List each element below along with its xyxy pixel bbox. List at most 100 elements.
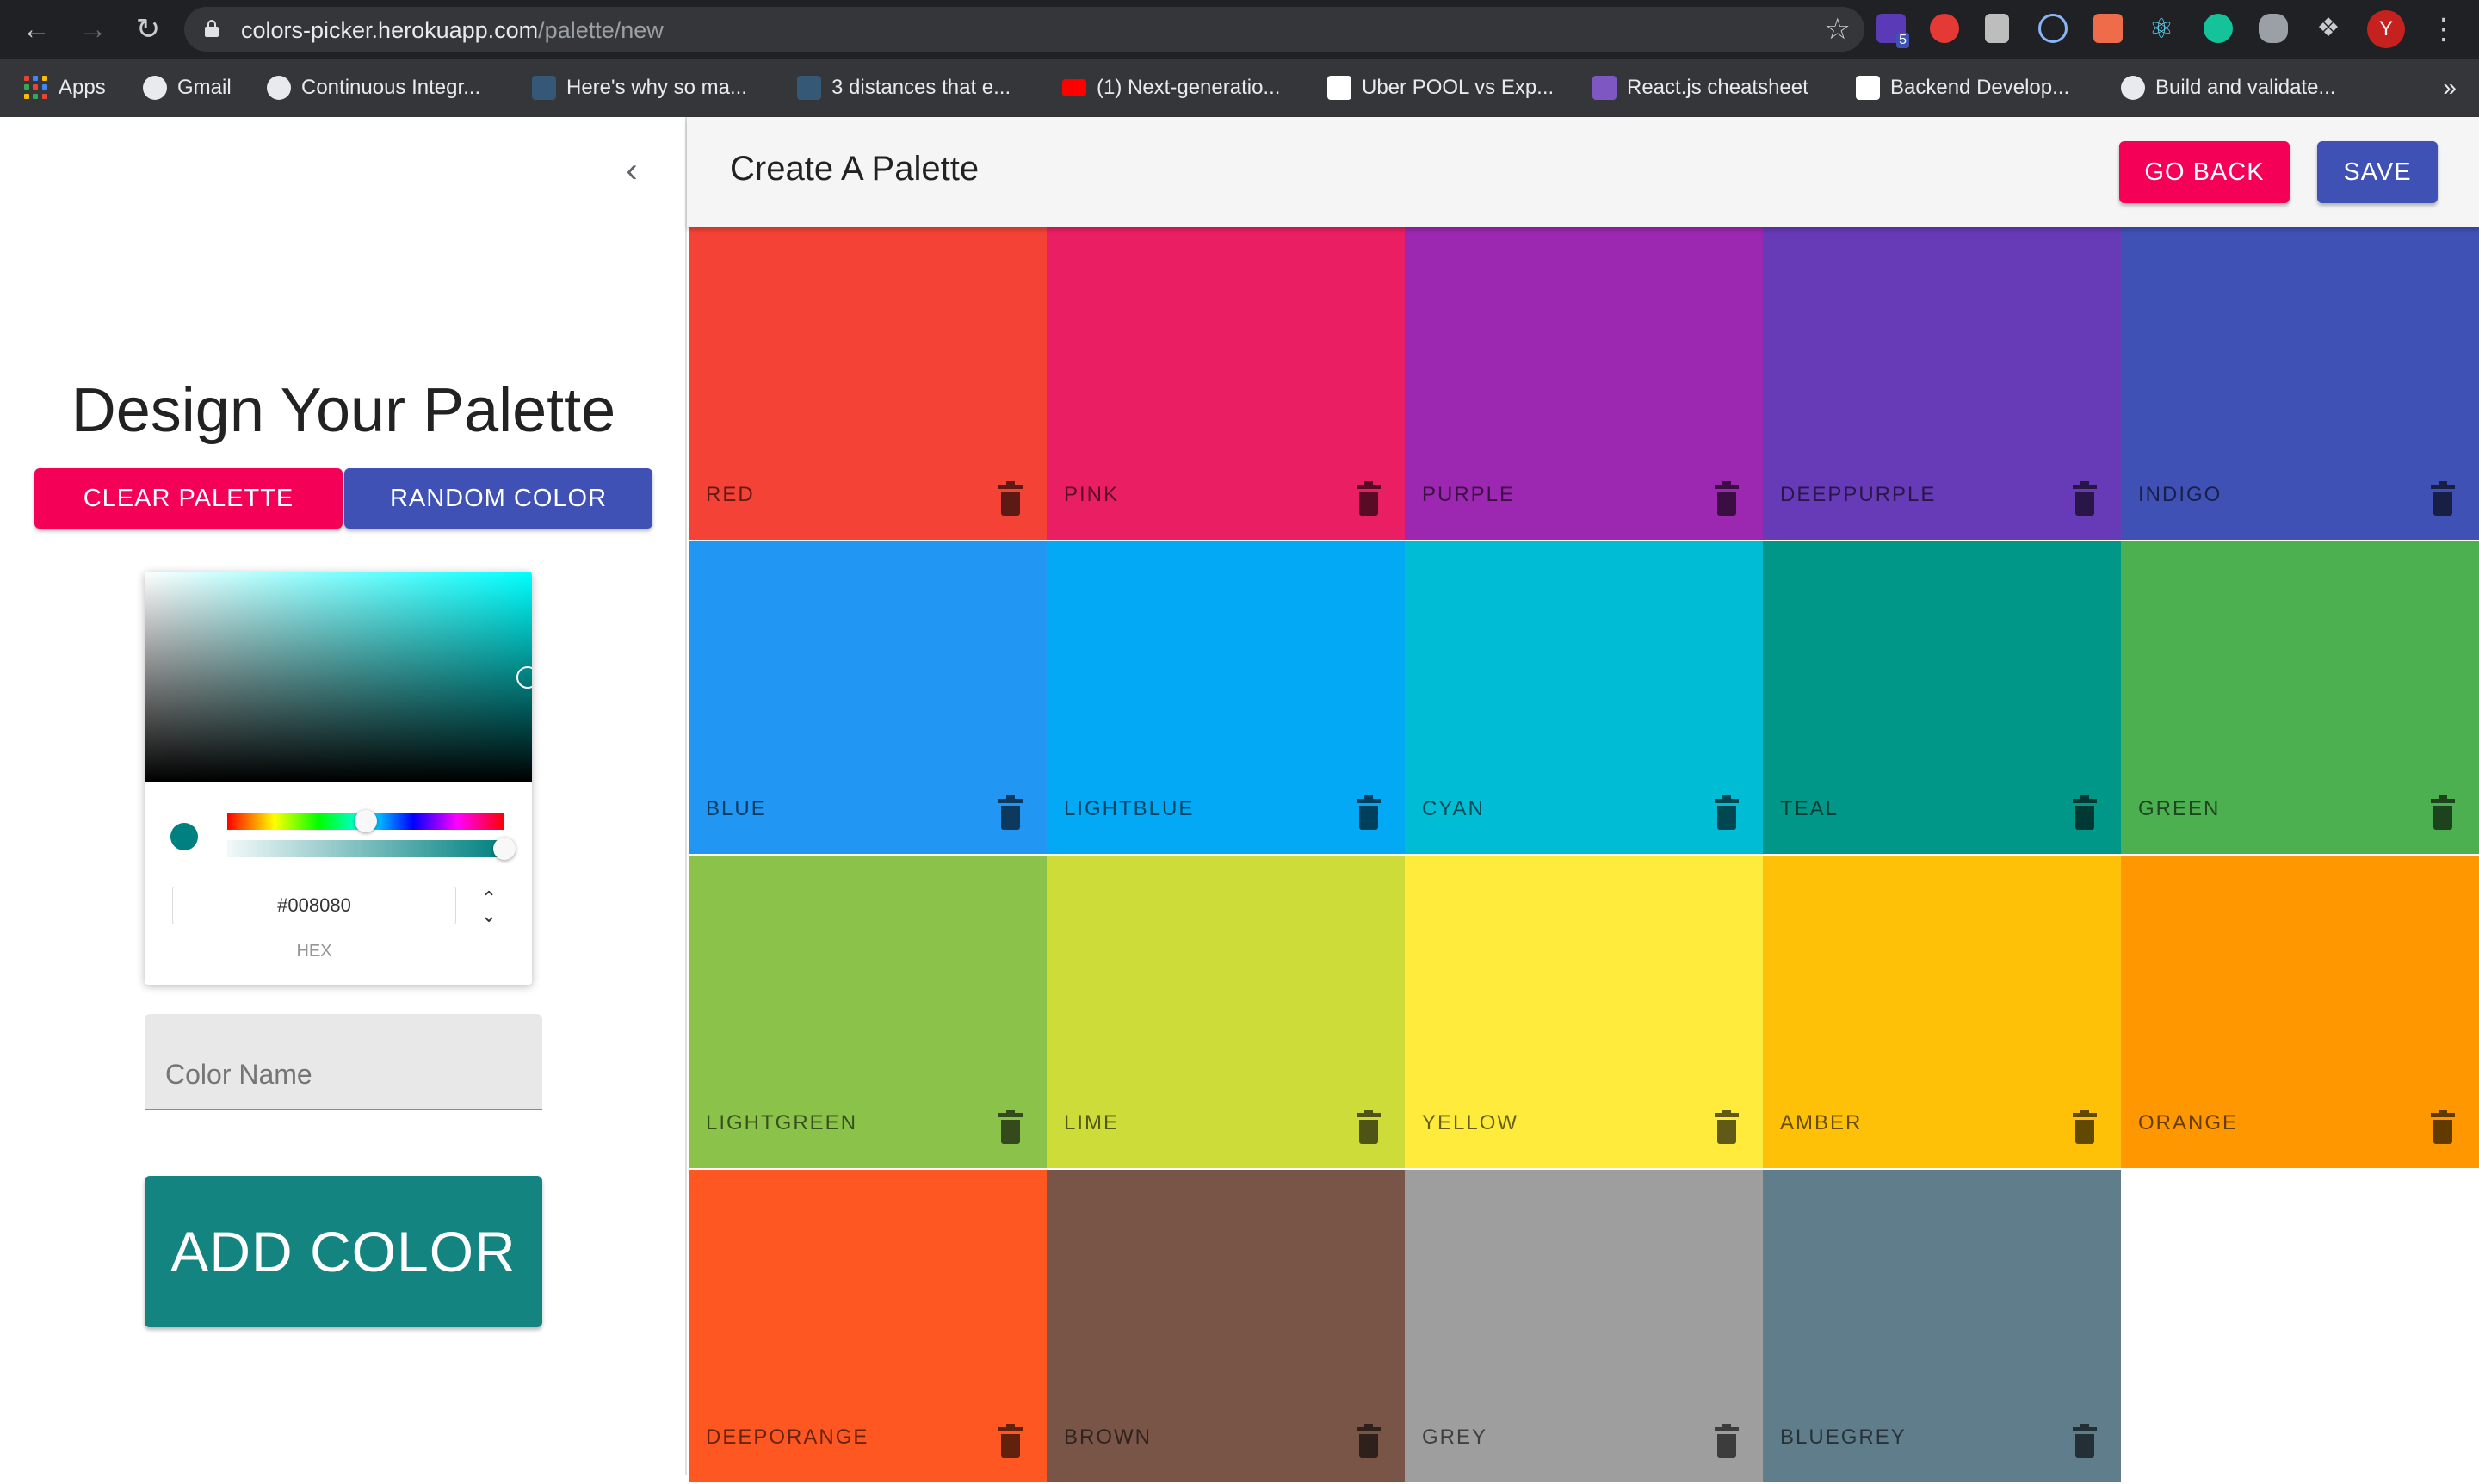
palette-drawer: ‹ Design Your Palette CLEAR PALETTE RAND…: [0, 117, 687, 1475]
go-back-button[interactable]: GO BACK: [2119, 141, 2290, 203]
puzzle-extensions-icon[interactable]: ❖: [2314, 14, 2343, 43]
color-box[interactable]: PINK: [1047, 227, 1405, 541]
color-box[interactable]: INDIGO: [2121, 227, 2479, 541]
trash-icon[interactable]: [2431, 1110, 2455, 1144]
trash-icon[interactable]: [2431, 481, 2455, 516]
trash-icon[interactable]: [1715, 1110, 1739, 1144]
hex-input[interactable]: #008080: [172, 887, 456, 924]
add-color-button[interactable]: ADD COLOR: [145, 1176, 542, 1327]
trash-icon[interactable]: [1715, 481, 1739, 516]
trash-icon[interactable]: [998, 1110, 1023, 1144]
hue-slider-knob[interactable]: [355, 810, 377, 832]
trash-icon[interactable]: [998, 1424, 1023, 1458]
trash-icon[interactable]: [998, 481, 1023, 516]
trash-icon[interactable]: [1715, 1424, 1739, 1458]
color-box[interactable]: BLUE: [689, 541, 1047, 856]
bookmark-youtube[interactable]: (1) Next-generatio...: [1062, 72, 1280, 103]
color-box[interactable]: PURPLE: [1405, 227, 1763, 541]
browser-menu-icon[interactable]: ⋮: [2429, 10, 2458, 48]
clear-palette-button[interactable]: CLEAR PALETTE: [34, 468, 343, 529]
color-box-name: BLUE: [706, 797, 767, 820]
bookmark-build-validate[interactable]: Build and validate...: [2121, 72, 2335, 103]
more-bookmarks-icon[interactable]: »: [2443, 74, 2457, 102]
bookmark-apps[interactable]: Apps: [24, 72, 106, 103]
color-grid: RED PINK PURPLE DEEPPURPLE INDIGO BLUE LIGHTBL…: [689, 227, 2479, 1484]
trash-icon[interactable]: [1715, 795, 1739, 830]
cloud-icon[interactable]: [2259, 14, 2288, 43]
bookmark-3-distances[interactable]: 3 distances that e...: [797, 72, 1011, 103]
address-bar[interactable]: colors-picker.herokuapp.com/palette/new …: [184, 7, 1864, 52]
reload-icon[interactable]: ↻: [131, 12, 165, 46]
trash-icon[interactable]: [1357, 481, 1381, 516]
grammarly-icon[interactable]: [2204, 14, 2233, 43]
current-color-swatch: [170, 823, 198, 850]
chevron-left-icon[interactable]: ‹: [613, 151, 651, 189]
bookmark-label: Build and validate...: [2155, 76, 2336, 99]
trash-icon[interactable]: [1357, 1110, 1381, 1144]
color-box[interactable]: RED: [689, 227, 1047, 541]
browser-toolbar: ← → ↻ colors-picker.herokuapp.com/palett…: [0, 0, 2479, 59]
back-arrow-icon[interactable]: ←: [19, 12, 53, 46]
r-dot-icon: [1856, 76, 1880, 100]
bookmark-gmail[interactable]: Gmail: [143, 72, 232, 103]
bookmark-uber-pool[interactable]: Uber POOL vs Exp...: [1327, 72, 1554, 103]
extension-circle-icon[interactable]: [2038, 14, 2068, 43]
trash-icon[interactable]: [2073, 1424, 2097, 1458]
react-devtools-icon[interactable]: ⚛: [2147, 14, 2176, 43]
trash-icon[interactable]: [1357, 795, 1381, 830]
trash-icon[interactable]: [2073, 795, 2097, 830]
bookmark-react-cheatsheet[interactable]: React.js cheatsheet: [1592, 72, 1808, 103]
color-box[interactable]: ORANGE: [2121, 856, 2479, 1170]
profile-avatar[interactable]: Y: [2367, 10, 2405, 48]
saturation-area[interactable]: [145, 572, 532, 782]
alpha-slider[interactable]: [227, 838, 516, 860]
color-box[interactable]: AMBER: [1763, 856, 2121, 1170]
color-box-name: LIME: [1064, 1111, 1120, 1135]
hue-slider[interactable]: [227, 810, 504, 832]
bookmark-label: Backend Develop...: [1890, 76, 2070, 99]
trash-icon[interactable]: [2073, 1110, 2097, 1144]
trash-icon[interactable]: [1357, 1424, 1381, 1458]
bookmark-star-icon[interactable]: ☆: [1825, 12, 1851, 46]
color-box[interactable]: GREEN: [2121, 541, 2479, 856]
color-box-name: INDIGO: [2138, 483, 2222, 506]
forward-arrow-icon[interactable]: →: [76, 12, 110, 46]
trash-icon[interactable]: [2073, 481, 2097, 516]
color-box[interactable]: BROWN: [1047, 1170, 1405, 1484]
format-toggle-icon[interactable]: ⌃ ⌄: [475, 889, 503, 928]
color-box[interactable]: BLUEGREY: [1763, 1170, 2121, 1484]
drawer-title: Design Your Palette: [71, 376, 616, 445]
color-box[interactable]: DEEPPURPLE: [1763, 227, 2121, 541]
color-box-name: TEAL: [1780, 797, 1839, 820]
trash-icon[interactable]: [2431, 795, 2455, 830]
adblock-icon[interactable]: [1930, 14, 1959, 43]
bookmark-backend-developer[interactable]: Backend Develop...: [1856, 72, 2069, 103]
save-button[interactable]: SAVE: [2317, 141, 2438, 203]
color-box[interactable]: YELLOW: [1405, 856, 1763, 1170]
color-box[interactable]: LIGHTGREEN: [689, 856, 1047, 1170]
color-box[interactable]: LIME: [1047, 856, 1405, 1170]
extension-image-icon[interactable]: [2093, 14, 2123, 43]
saturation-handle[interactable]: [516, 666, 532, 689]
color-box[interactable]: TEAL: [1763, 541, 2121, 856]
url-text[interactable]: colors-picker.herokuapp.com/palette/new: [241, 17, 664, 44]
trash-icon[interactable]: [998, 795, 1023, 830]
extension-icon[interactable]: 5: [1876, 14, 1909, 48]
color-box[interactable]: CYAN: [1405, 541, 1763, 856]
page-title: Create A Palette: [730, 150, 980, 188]
document-icon[interactable]: [1985, 14, 2009, 43]
color-box[interactable]: GREY: [1405, 1170, 1763, 1484]
color-box[interactable]: DEEPORANGE: [689, 1170, 1047, 1484]
color-box[interactable]: LIGHTBLUE: [1047, 541, 1405, 856]
color-box-name: GREEN: [2138, 797, 2221, 820]
color-box-name: BLUEGREY: [1780, 1425, 1907, 1449]
bookmark-continuous-integration[interactable]: Continuous Integr...: [267, 72, 480, 103]
apps-grid-icon: [24, 76, 48, 100]
random-color-button[interactable]: RANDOM COLOR: [344, 468, 652, 529]
bookmark-heres-why[interactable]: Here's why so ma...: [532, 72, 747, 103]
bookmark-label: Here's why so ma...: [566, 76, 747, 99]
color-box-name: YELLOW: [1422, 1111, 1519, 1135]
alpha-slider-knob[interactable]: [493, 838, 516, 860]
color-name-field[interactable]: Color Name: [145, 1014, 542, 1110]
bookmark-label: Continuous Integr...: [301, 76, 481, 99]
